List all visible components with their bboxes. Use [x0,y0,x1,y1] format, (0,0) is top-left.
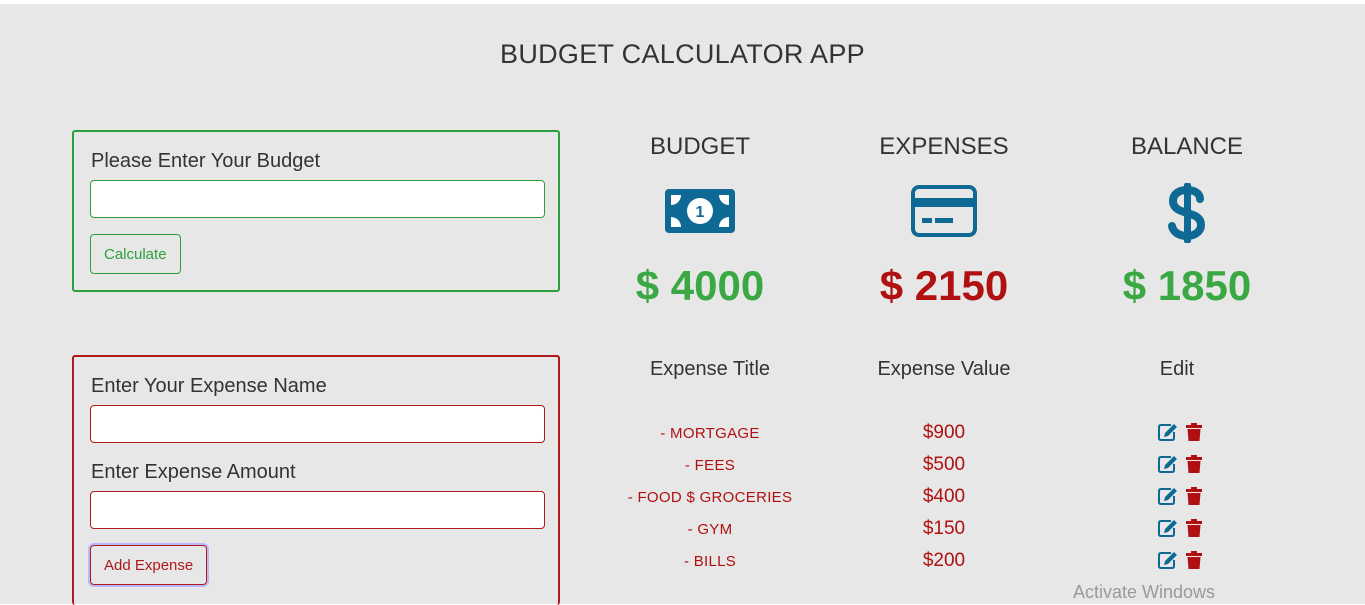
expense-row-actions [1158,487,1218,507]
edit-icon[interactable] [1158,519,1178,539]
edit-icon[interactable] [1158,455,1178,475]
expense-row-value: $500 [922,454,966,475]
expense-row-title: - FEES [684,457,736,474]
expense-name-input[interactable] [90,405,545,443]
expense-name-label: Enter Your Expense Name [91,375,327,397]
expense-form: Enter Your Expense Name Enter Expense Am… [72,355,560,605]
edit-icon[interactable] [1158,551,1178,571]
budget-title: BUDGET [649,133,750,160]
expense-row-title: - FOOD $ GROCERIES [627,489,793,506]
expense-row-value: $900 [922,422,966,443]
edit-icon[interactable] [1158,487,1178,507]
add-expense-button[interactable]: Add Expense [90,545,208,585]
expense-row-title: - MORTGAGE [660,425,760,442]
money-bill-icon: 1 [590,183,810,243]
budget-label: Please Enter Your Budget [91,150,321,172]
credit-card-icon [834,183,1054,243]
expense-row-title: - GYM [687,521,733,538]
trash-icon[interactable] [1186,551,1206,571]
edit-header: Edit [1159,358,1195,380]
dollar-sign-icon [1077,183,1297,243]
activate-windows-watermark: Activate Windows [1073,582,1216,602]
budget-input[interactable] [90,180,545,218]
expense-row-actions [1158,423,1218,443]
balance-value: $ 1850 [1122,262,1252,309]
expense-title-header: Expense Title [649,358,771,380]
expense-row-value: $150 [922,518,966,539]
balance-title: BALANCE [1130,133,1244,160]
trash-icon[interactable] [1186,423,1206,443]
expense-value-header: Expense Value [877,358,1011,380]
expense-row-actions [1158,455,1218,475]
budget-value: $ 4000 [635,262,765,309]
expense-row-value: $400 [922,486,966,507]
expense-row-actions [1158,519,1218,539]
edit-icon[interactable] [1158,423,1178,443]
app-title: BUDGET CALCULATOR APP [500,39,865,69]
expense-amount-input[interactable] [90,491,545,529]
calculate-button[interactable]: Calculate [90,234,181,274]
svg-text:1: 1 [696,204,705,221]
expense-row-value: $200 [922,550,966,571]
trash-icon[interactable] [1186,519,1206,539]
expenses-value: $ 2150 [879,262,1009,309]
trash-icon[interactable] [1186,487,1206,507]
trash-icon[interactable] [1186,455,1206,475]
expenses-title: EXPENSES [879,133,1009,160]
expense-amount-label: Enter Expense Amount [91,461,296,483]
expense-row-actions [1158,551,1218,571]
budget-form: Please Enter Your Budget Calculate [72,130,560,292]
expense-row-title: - BILLS [683,553,737,570]
